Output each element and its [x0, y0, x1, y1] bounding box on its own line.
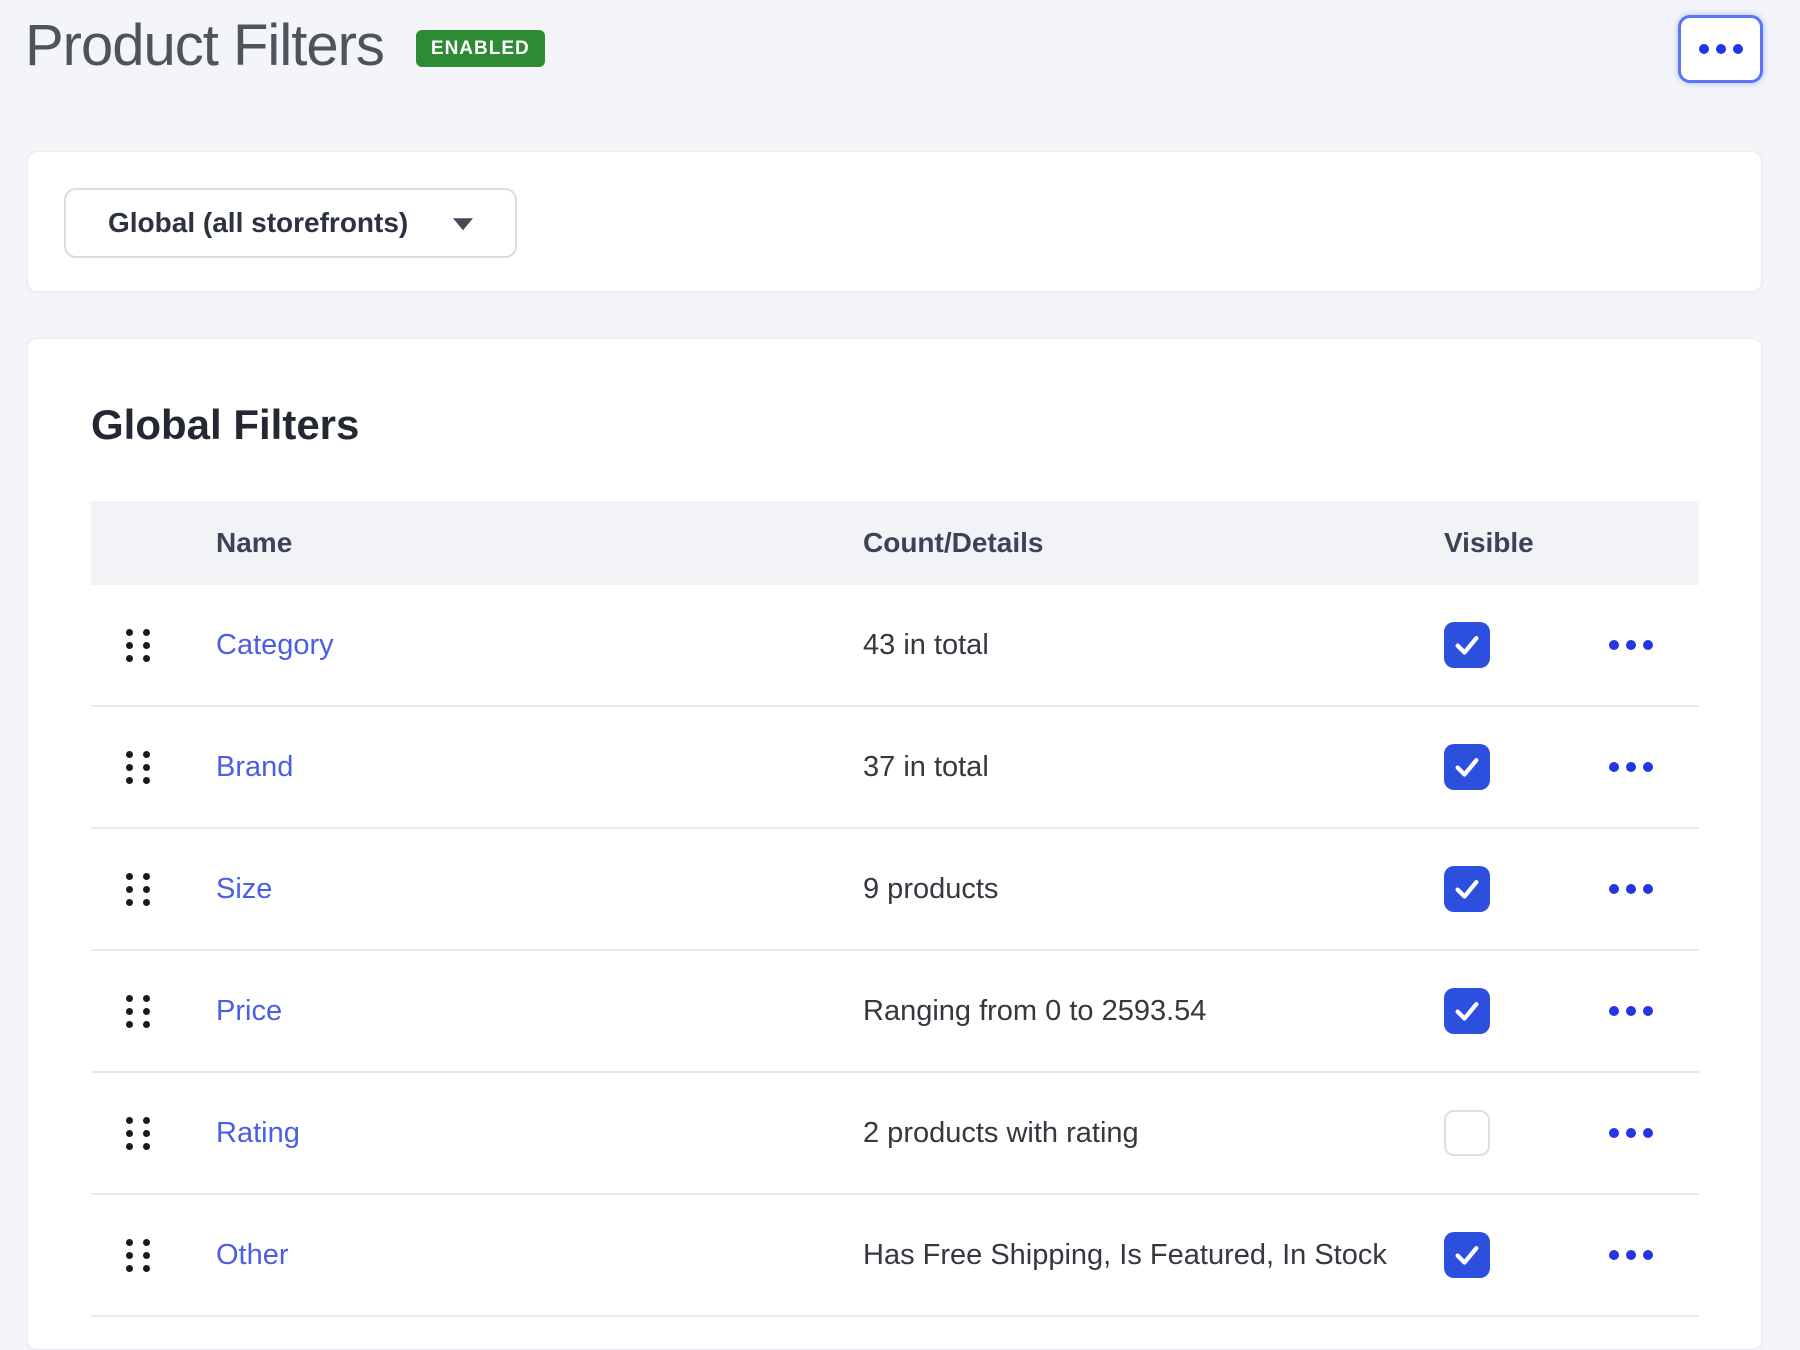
check-icon — [1452, 752, 1482, 782]
drag-cell — [91, 1239, 216, 1272]
name-cell: Category — [216, 629, 863, 662]
row-menu-button[interactable] — [1599, 874, 1663, 904]
menu-cell — [1521, 1240, 1699, 1270]
name-cell: Size — [216, 873, 863, 906]
visible-checkbox[interactable] — [1444, 744, 1490, 790]
name-cell: Rating — [216, 1117, 863, 1150]
row-menu-button[interactable] — [1599, 630, 1663, 660]
drag-handle-icon[interactable] — [126, 629, 150, 662]
name-cell: Price — [216, 995, 863, 1028]
column-header-name: Name — [216, 527, 863, 559]
name-cell: Other — [216, 1239, 863, 1272]
menu-cell — [1521, 874, 1699, 904]
ellipsis-icon — [1609, 640, 1653, 650]
visible-checkbox[interactable] — [1444, 988, 1490, 1034]
drag-cell — [91, 995, 216, 1028]
row-menu-button[interactable] — [1599, 996, 1663, 1026]
ellipsis-icon — [1609, 884, 1653, 894]
visible-checkbox[interactable] — [1444, 1110, 1490, 1156]
filter-name-link[interactable]: Size — [216, 873, 272, 905]
table-row: Price Ranging from 0 to 2593.54 — [91, 951, 1699, 1073]
drag-cell — [91, 1117, 216, 1150]
drag-cell — [91, 751, 216, 784]
drag-handle-icon[interactable] — [126, 1239, 150, 1272]
filter-name-link[interactable]: Rating — [216, 1117, 300, 1149]
visible-cell — [1444, 988, 1521, 1034]
ellipsis-icon — [1699, 44, 1743, 54]
ellipsis-icon — [1609, 762, 1653, 772]
drag-cell — [91, 629, 216, 662]
filter-details: 2 products with rating — [863, 1117, 1444, 1150]
storefront-dropdown[interactable]: Global (all storefronts) — [64, 188, 517, 258]
visible-cell — [1444, 622, 1521, 668]
check-icon — [1452, 1240, 1482, 1270]
row-menu-button[interactable] — [1599, 1118, 1663, 1148]
ellipsis-icon — [1609, 1250, 1653, 1260]
ellipsis-icon — [1609, 1006, 1653, 1016]
drag-handle-icon[interactable] — [126, 995, 150, 1028]
visible-cell — [1444, 1110, 1521, 1156]
status-badge: ENABLED — [416, 30, 545, 67]
menu-cell — [1521, 752, 1699, 782]
filter-details: Ranging from 0 to 2593.54 — [863, 995, 1444, 1028]
table-row: Other Has Free Shipping, Is Featured, In… — [91, 1195, 1699, 1317]
drag-handle-icon[interactable] — [126, 873, 150, 906]
menu-cell — [1521, 996, 1699, 1026]
filter-details: 43 in total — [863, 629, 1444, 662]
visible-cell — [1444, 1232, 1521, 1278]
filter-details: 37 in total — [863, 751, 1444, 784]
storefront-card: Global (all storefronts) — [27, 151, 1762, 292]
drag-handle-icon[interactable] — [126, 1117, 150, 1150]
drag-cell — [91, 873, 216, 906]
page-title: Product Filters — [25, 17, 384, 75]
table-row: Rating 2 products with rating — [91, 1073, 1699, 1195]
drag-handle-icon[interactable] — [126, 751, 150, 784]
filters-table: Name Count/Details Visible Category 43 i… — [91, 501, 1699, 1317]
filter-name-link[interactable]: Category — [216, 629, 334, 661]
menu-cell — [1521, 630, 1699, 660]
check-icon — [1452, 874, 1482, 904]
table-row: Brand 37 in total — [91, 707, 1699, 829]
table-row: Size 9 products — [91, 829, 1699, 951]
filter-name-link[interactable]: Price — [216, 995, 282, 1027]
global-filters-card: Global Filters Name Count/Details Visibl… — [27, 338, 1762, 1350]
check-icon — [1452, 996, 1482, 1026]
name-cell: Brand — [216, 751, 863, 784]
row-menu-button[interactable] — [1599, 752, 1663, 782]
menu-cell — [1521, 1118, 1699, 1148]
filters-table-body: Category 43 in total Brand 37 in total — [91, 585, 1699, 1317]
page-header: Product Filters ENABLED — [25, 10, 545, 82]
filter-details: Has Free Shipping, Is Featured, In Stock — [863, 1239, 1444, 1272]
column-header-details: Count/Details — [863, 527, 1444, 559]
table-row: Category 43 in total — [91, 585, 1699, 707]
storefront-dropdown-value: Global (all storefronts) — [66, 207, 408, 239]
filter-details: 9 products — [863, 873, 1444, 906]
visible-checkbox[interactable] — [1444, 1232, 1490, 1278]
visible-checkbox[interactable] — [1444, 866, 1490, 912]
column-header-visible: Visible — [1444, 527, 1521, 559]
visible-cell — [1444, 744, 1521, 790]
row-menu-button[interactable] — [1599, 1240, 1663, 1270]
visible-checkbox[interactable] — [1444, 622, 1490, 668]
check-icon — [1452, 630, 1482, 660]
ellipsis-icon — [1609, 1128, 1653, 1138]
filter-name-link[interactable]: Other — [216, 1239, 289, 1271]
filter-name-link[interactable]: Brand — [216, 751, 293, 783]
chevron-down-icon — [453, 218, 473, 230]
visible-cell — [1444, 866, 1521, 912]
section-title: Global Filters — [91, 401, 359, 449]
page-more-button[interactable] — [1678, 15, 1763, 83]
filters-table-header: Name Count/Details Visible — [91, 501, 1699, 585]
